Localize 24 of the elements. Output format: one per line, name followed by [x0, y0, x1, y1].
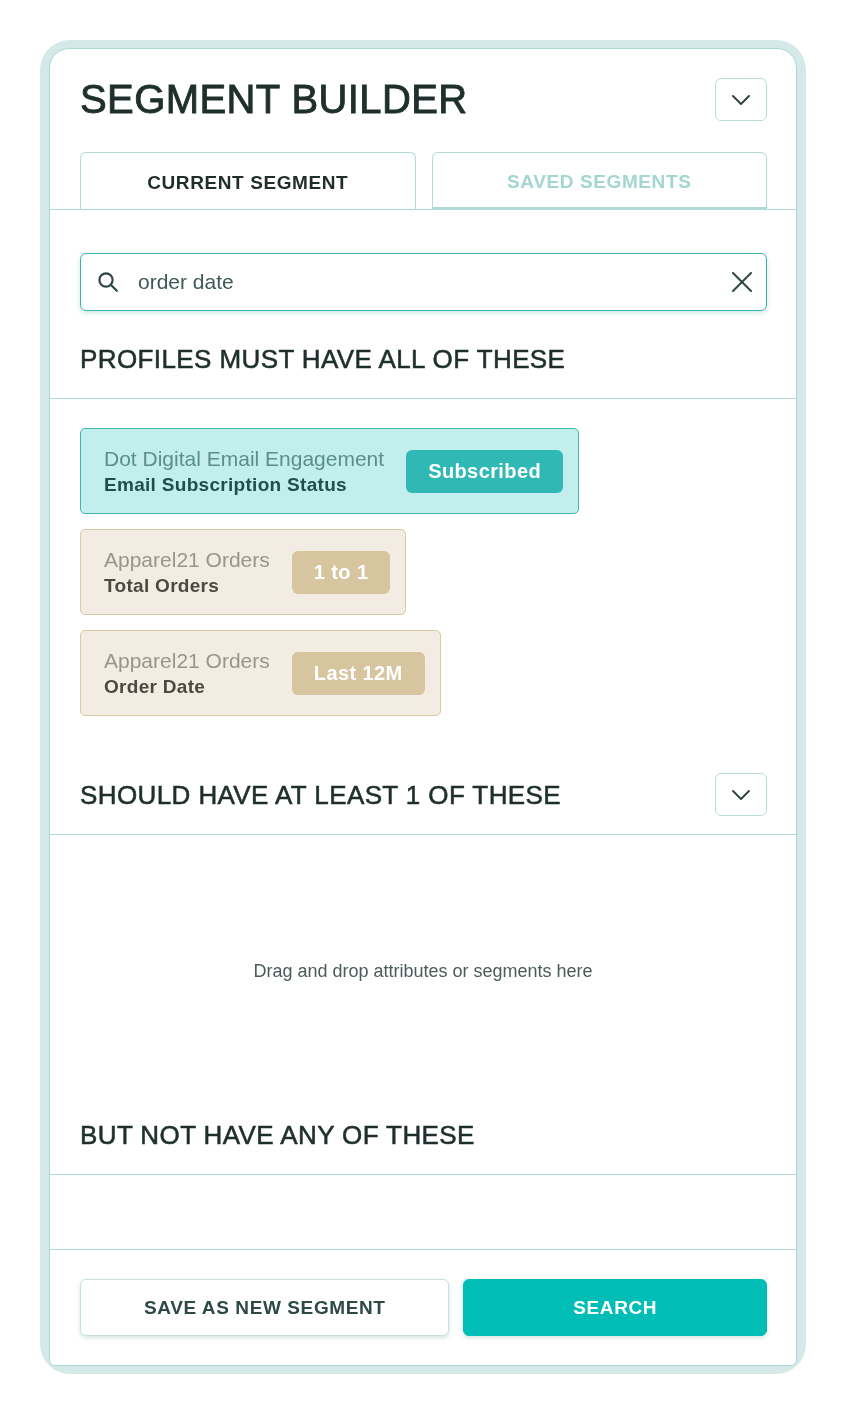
drop-hint: Drag and drop attributes or segments here — [253, 960, 593, 982]
search-field[interactable]: order date — [80, 253, 767, 311]
criterion-source: Dot Digital Email Engagement — [104, 445, 385, 472]
section-title: PROFILES MUST HAVE ALL OF THESE — [80, 342, 566, 376]
collapse-button[interactable] — [715, 773, 767, 816]
panel-title: SEGMENT BUILDER — [80, 78, 468, 121]
section-title: BUT NOT HAVE ANY OF THESE — [80, 1118, 475, 1152]
tab[interactable]: CURRENT SEGMENT — [80, 152, 416, 209]
criterion-chip[interactable]: Apparel21 Orders Order Date Last 12M — [80, 630, 441, 716]
chevron-down-icon — [732, 94, 750, 105]
criterion-chip[interactable]: Dot Digital Email Engagement Email Subscription Status Subscribed — [80, 428, 580, 514]
close-icon — [732, 272, 752, 292]
clear-button[interactable] — [732, 272, 752, 292]
criterion-attribute: Order Date — [104, 674, 207, 699]
chevron-down-icon — [732, 789, 750, 800]
criterion-chip[interactable]: Apparel21 Orders Total Orders 1 to 1 — [80, 529, 407, 615]
save-segment-button[interactable]: SAVE AS NEW SEGMENT — [80, 1279, 450, 1336]
section-title: SHOULD HAVE AT LEAST 1 OF THESE — [80, 778, 562, 812]
criterion-source: Apparel21 Orders — [104, 647, 270, 674]
search-icon — [98, 272, 118, 292]
criterion-attribute: Email Subscription Status — [104, 472, 348, 497]
criterion-attribute: Total Orders — [104, 573, 221, 598]
criterion-source: Apparel21 Orders — [104, 546, 270, 573]
collapse-button[interactable] — [715, 78, 767, 121]
